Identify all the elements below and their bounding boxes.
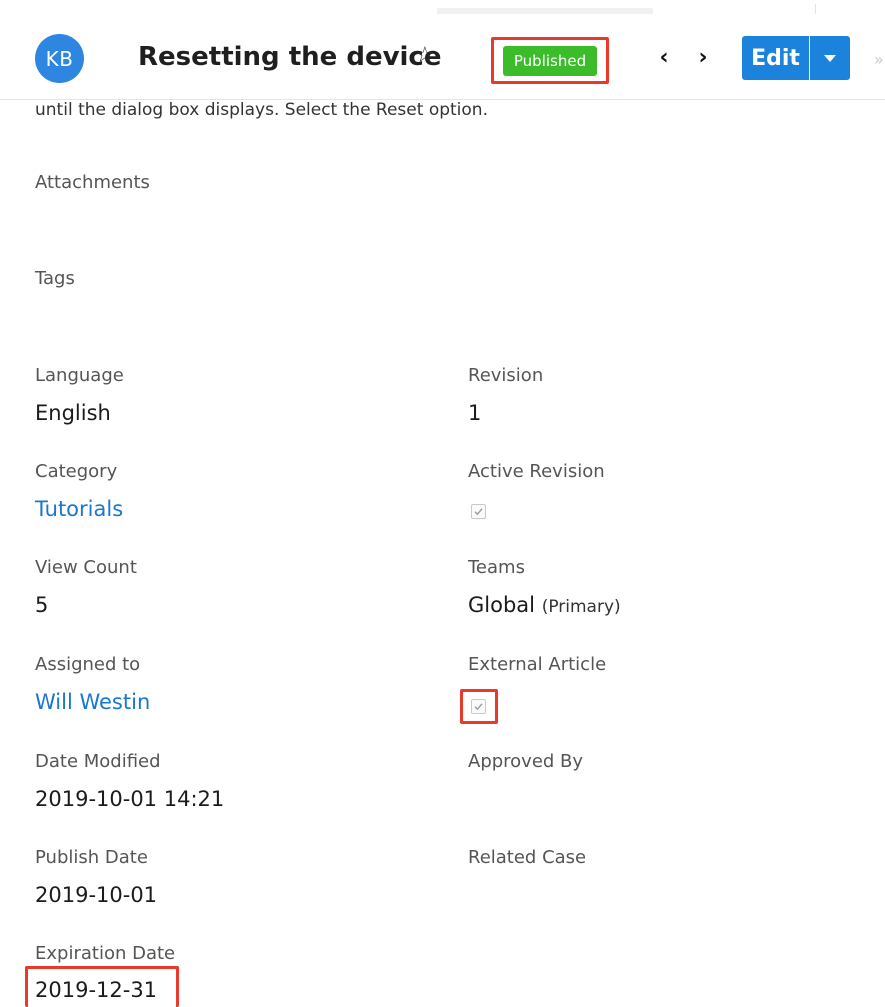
checkmark-icon [474, 508, 483, 516]
status-highlight: Published [491, 37, 609, 84]
module-avatar: KB [35, 34, 84, 83]
related-case-label: Related Case [468, 847, 587, 868]
date-modified-value: 2019-10-01 14:21 [35, 787, 225, 811]
expiration-date-label: Expiration Date [35, 943, 176, 964]
chevron-right-icon[interactable]: › [694, 45, 712, 71]
external-article-checkbox [471, 699, 486, 714]
publish-date-label: Publish Date [35, 847, 148, 868]
assigned-to-label: Assigned to [35, 654, 141, 675]
publish-date-value: 2019-10-01 [35, 883, 158, 907]
top-strip [0, 0, 885, 14]
checkmark-icon [474, 703, 483, 711]
active-revision-checkbox [471, 504, 486, 519]
record-header: KB Resetting the device ☆ Published ‹ › … [0, 14, 885, 100]
edit-dropdown-button[interactable] [810, 36, 850, 80]
teams-label: Teams [468, 557, 525, 578]
external-article-label: External Article [468, 654, 607, 675]
star-icon[interactable]: ☆ [415, 44, 435, 68]
expand-icon[interactable]: » [874, 50, 884, 69]
tags-label: Tags [35, 268, 75, 289]
view-count-value: 5 [35, 593, 49, 617]
revision-label: Revision [468, 365, 544, 386]
caret-down-icon [824, 54, 836, 62]
tab-divider [815, 4, 816, 14]
assigned-to-link[interactable]: Will Westin [35, 690, 150, 714]
chevron-left-icon[interactable]: ‹ [655, 45, 673, 71]
description-text: until the dialog box displays. Select th… [35, 100, 488, 120]
category-label: Category [35, 461, 118, 482]
active-revision-label: Active Revision [468, 461, 605, 482]
attachments-label: Attachments [35, 172, 150, 193]
revision-value: 1 [468, 401, 482, 425]
category-link[interactable]: Tutorials [35, 497, 123, 521]
team-name: Global [468, 593, 535, 617]
expiration-date-value: 2019-12-31 [35, 978, 158, 1002]
language-value: English [35, 401, 111, 425]
team-primary-note: (Primary) [541, 597, 621, 617]
edit-button[interactable]: Edit [742, 36, 809, 80]
status-badge[interactable]: Published [503, 45, 597, 76]
approved-by-label: Approved By [468, 751, 584, 772]
language-label: Language [35, 365, 124, 386]
record-title: Resetting the device [138, 42, 442, 72]
view-count-label: View Count [35, 557, 137, 578]
teams-value: Global (Primary) [468, 593, 621, 617]
date-modified-label: Date Modified [35, 751, 161, 772]
